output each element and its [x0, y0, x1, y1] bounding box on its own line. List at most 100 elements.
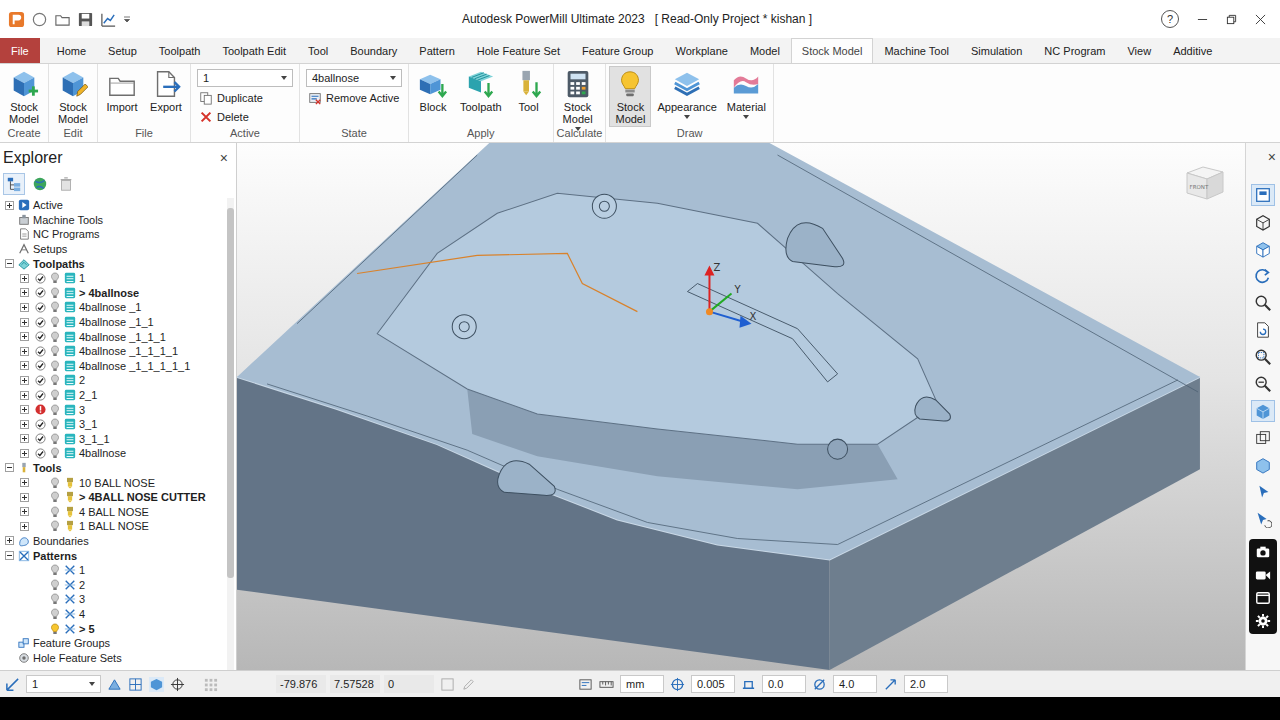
units-field[interactable]: mm [620, 675, 664, 693]
tree-item[interactable]: Active [0, 198, 227, 213]
tree-item[interactable]: 4 BALL NOSE [0, 504, 227, 519]
check-icon[interactable] [35, 433, 46, 444]
bulb-icon[interactable] [50, 272, 60, 284]
ribbon-tab[interactable]: Tool [297, 38, 339, 63]
view-tool-button[interactable] [1251, 319, 1275, 341]
ribbon-button[interactable]: Appearance [653, 66, 720, 127]
expand-icon[interactable] [20, 318, 29, 327]
check-icon[interactable] [35, 287, 46, 298]
ruler-icon[interactable] [599, 677, 614, 692]
ribbon-tab[interactable]: Boundary [339, 38, 408, 63]
bulb-icon[interactable] [50, 608, 60, 620]
tree-item[interactable]: Toolpaths [0, 256, 227, 271]
expand-icon[interactable] [20, 478, 29, 487]
help-button[interactable]: ? [1161, 10, 1179, 28]
tolerance-field[interactable]: 0.005 [691, 675, 735, 693]
explorer-close-button[interactable]: × [220, 150, 228, 166]
explorer-scrollbar[interactable] [227, 198, 234, 670]
tree-item[interactable]: 2 [0, 577, 227, 592]
tree-item[interactable]: 3 [0, 402, 227, 417]
ribbon-tab[interactable]: Workplane [664, 38, 738, 63]
tree-item[interactable]: 3_1_1 [0, 432, 227, 447]
view-tool-button[interactable] [1251, 400, 1275, 422]
expand-icon[interactable] [20, 347, 29, 356]
collapse-icon[interactable] [5, 551, 14, 560]
check-icon[interactable] [35, 375, 46, 386]
view-toolbar-close-button[interactable]: × [1268, 147, 1280, 167]
units-icon[interactable] [578, 677, 593, 692]
minimize-icon[interactable] [1197, 14, 1208, 25]
bulb-icon[interactable] [50, 477, 60, 489]
view-cube[interactable]: FRONT [1183, 161, 1227, 205]
window-icon[interactable] [1255, 590, 1271, 606]
ribbon-tab[interactable]: Home [46, 38, 97, 63]
tree-item[interactable]: Patterns [0, 548, 227, 563]
view-tool-button[interactable] [1251, 346, 1275, 368]
video-icon[interactable] [1255, 567, 1271, 583]
ribbon-tab[interactable]: Simulation [960, 38, 1033, 63]
expand-icon[interactable] [20, 405, 29, 414]
workplane-grid-icon[interactable] [128, 677, 143, 692]
workplane-snap-icon[interactable] [170, 677, 185, 692]
stepover-field[interactable]: 2.0 [904, 675, 948, 693]
bulb-icon[interactable] [50, 287, 60, 299]
expand-icon[interactable] [5, 536, 14, 545]
workplane-align-icon[interactable] [107, 677, 122, 692]
customize-caret-icon[interactable] [123, 15, 131, 23]
bulb-icon[interactable] [50, 316, 60, 328]
tree-item[interactable]: Hole Feature Sets [0, 650, 227, 665]
tree-item[interactable]: Boundaries [0, 534, 227, 549]
tree-item[interactable]: 4ballnose _1 [0, 300, 227, 315]
scrollbar-thumb[interactable] [227, 208, 234, 578]
ribbon-button[interactable]: Toolpath [456, 66, 506, 127]
check-icon[interactable] [35, 317, 46, 328]
diameter-field[interactable]: 4.0 [833, 675, 877, 693]
ribbon-dropdown[interactable]: 1 [197, 69, 293, 87]
ribbon-tab[interactable]: Model [739, 38, 791, 63]
ribbon-tab[interactable]: Toolpath [148, 38, 212, 63]
chart-icon[interactable] [100, 11, 117, 28]
tree-item[interactable]: Machine Tools [0, 213, 227, 228]
ribbon-small-button[interactable]: Delete [197, 109, 293, 125]
thickness-icon[interactable] [741, 677, 756, 692]
tree-item[interactable]: > 5 [0, 621, 227, 636]
ribbon-button[interactable]: Import [101, 66, 143, 127]
gear-icon[interactable] [1255, 613, 1271, 629]
bulb-icon[interactable] [50, 579, 60, 591]
tree-item[interactable]: Tools [0, 461, 227, 476]
tree-item[interactable]: Setups [0, 242, 227, 257]
camera-icon[interactable] [1255, 544, 1271, 560]
expand-icon[interactable] [20, 420, 29, 429]
expand-icon[interactable] [20, 361, 29, 370]
error-icon[interactable] [35, 404, 46, 415]
view-tool-button[interactable] [1251, 265, 1275, 287]
bulb-icon[interactable] [50, 564, 60, 576]
tree-item[interactable]: > 4BALL NOSE CUTTER [0, 490, 227, 505]
explorer-tool-button[interactable] [55, 173, 77, 195]
tree-item[interactable]: NC Programs [0, 227, 227, 242]
view-tool-button[interactable] [1251, 481, 1275, 503]
check-icon[interactable] [35, 346, 46, 357]
ribbon-tab[interactable]: Stock Model [791, 38, 874, 63]
ribbon-button[interactable]: Stock Model [557, 66, 599, 127]
expand-icon[interactable] [20, 376, 29, 385]
save-icon[interactable] [77, 11, 94, 28]
tree-item[interactable]: 3 [0, 592, 227, 607]
ribbon-button[interactable]: Stock Model [609, 66, 651, 127]
open-folder-icon[interactable] [54, 11, 71, 28]
ribbon-tab[interactable]: Additive [1162, 38, 1223, 63]
ribbon-tab[interactable]: Hole Feature Set [466, 38, 571, 63]
expand-icon[interactable] [20, 303, 29, 312]
ribbon-button[interactable]: Block [412, 66, 454, 127]
ribbon-tab[interactable]: Machine Tool [873, 38, 960, 63]
ribbon-button[interactable]: Stock Model [3, 66, 45, 127]
tree-item[interactable]: > 4ballnose [0, 286, 227, 301]
tree-item[interactable]: Feature Groups [0, 636, 227, 651]
ribbon-tab[interactable]: Pattern [408, 38, 465, 63]
ribbon-button[interactable]: Tool [508, 66, 550, 127]
file-tab[interactable]: File [0, 38, 40, 63]
expand-icon[interactable] [20, 332, 29, 341]
expand-icon[interactable] [20, 493, 29, 502]
tree-item[interactable]: 4ballnose _1_1_1_1_1 [0, 359, 227, 374]
tree-item[interactable]: 3_1 [0, 417, 227, 432]
